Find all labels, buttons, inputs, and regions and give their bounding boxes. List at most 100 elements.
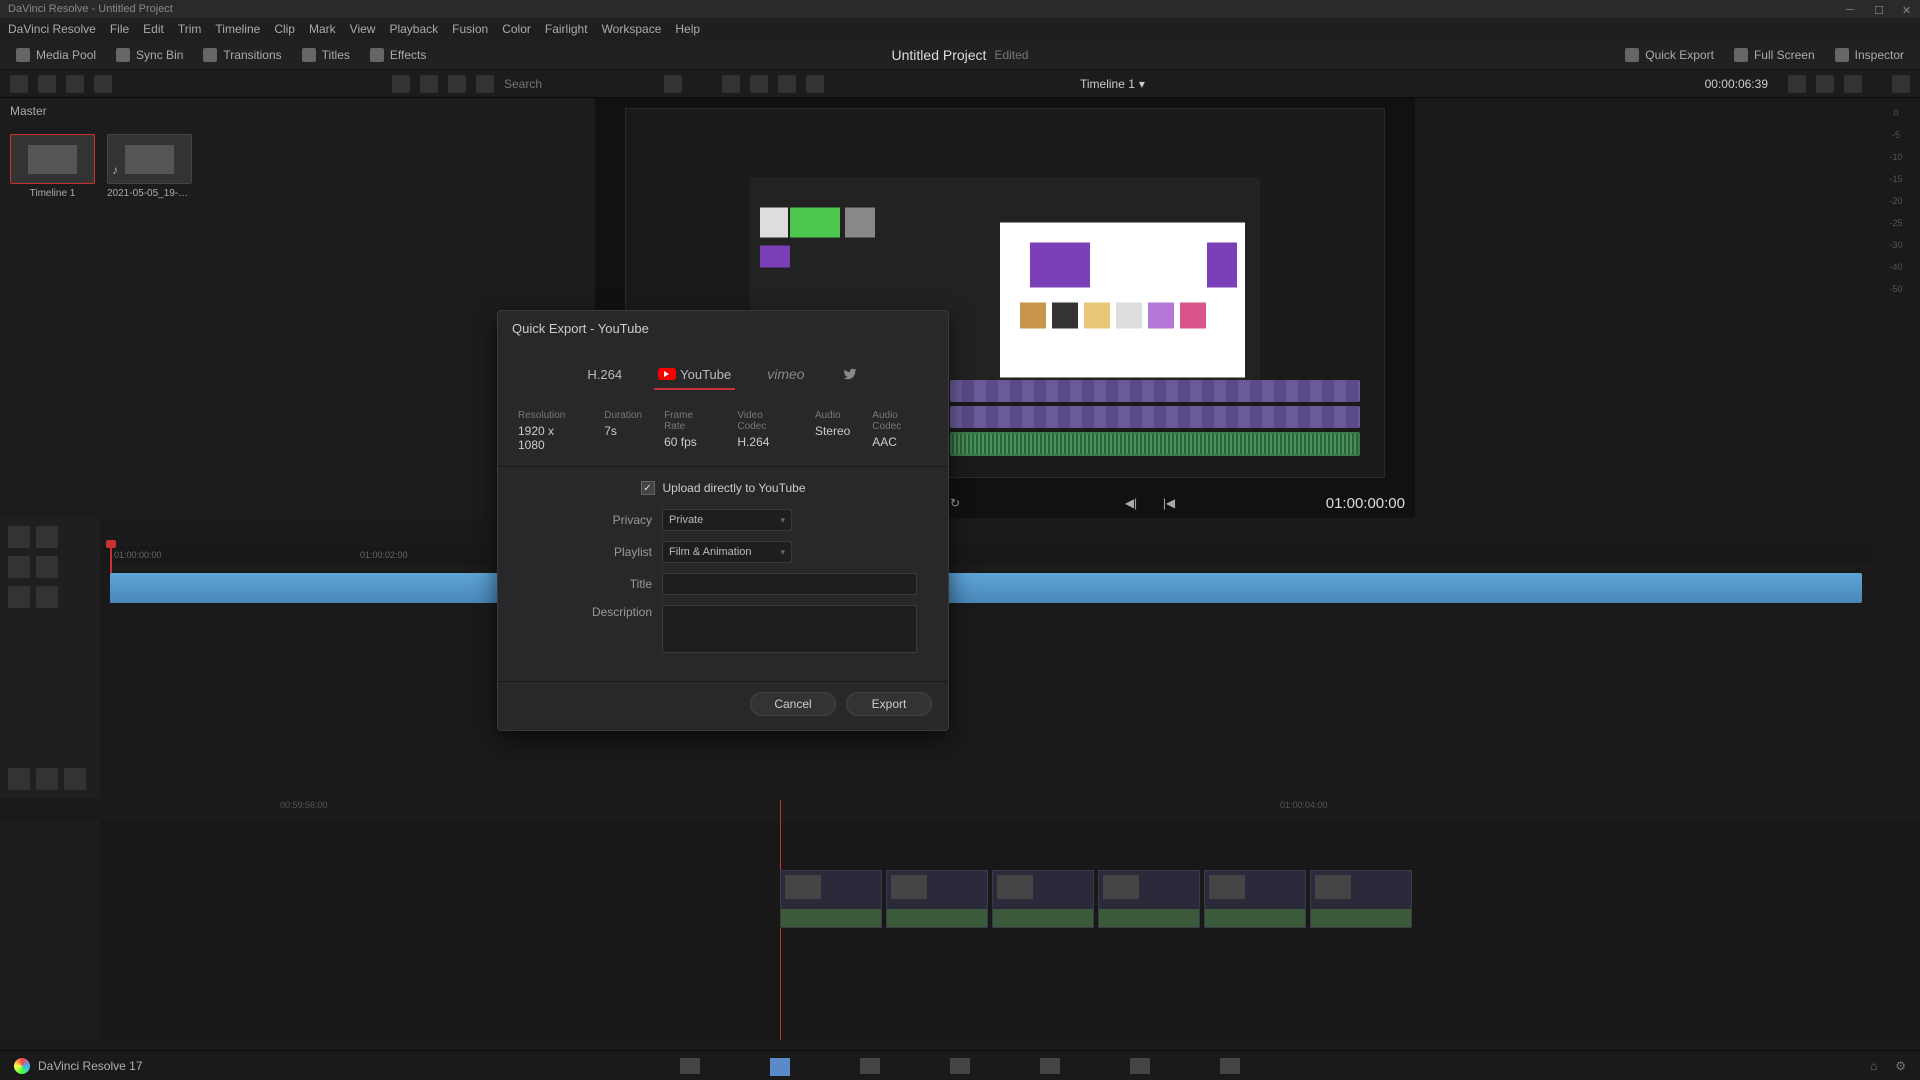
cancel-button[interactable]: Cancel — [750, 692, 836, 716]
track-header[interactable] — [0, 800, 100, 1040]
preset-twitter[interactable] — [837, 360, 863, 390]
tool-blade-icon[interactable] — [36, 526, 58, 548]
media-pool-icon — [16, 48, 30, 62]
title-input[interactable] — [662, 573, 917, 595]
view-list-icon[interactable] — [392, 75, 410, 93]
lower-ruler[interactable]: 00:59:56:00 01:00:04:00 — [0, 800, 1920, 820]
video-clip[interactable] — [886, 870, 988, 928]
sync-bin-icon — [116, 48, 130, 62]
menu-file[interactable]: File — [110, 22, 129, 36]
minimize-icon[interactable]: ─ — [1846, 4, 1856, 14]
mute-icon[interactable] — [36, 768, 58, 790]
menu-timeline[interactable]: Timeline — [215, 22, 260, 36]
viewer-grid-icon[interactable] — [750, 75, 768, 93]
preset-vimeo[interactable]: vimeo — [763, 360, 808, 390]
timeline-ruler[interactable]: 01:00:00:00 01:00:02:00 — [100, 546, 1872, 564]
menu-fairlight[interactable]: Fairlight — [545, 22, 588, 36]
viewer-opts-icon[interactable] — [806, 75, 824, 93]
lower-timeline: 00:59:56:00 01:00:04:00 — [0, 800, 1920, 1040]
full-screen-button[interactable]: Full Screen — [1728, 46, 1821, 64]
solo-icon[interactable] — [64, 768, 86, 790]
upload-label: Upload directly to YouTube — [663, 481, 806, 495]
upload-checkbox[interactable]: ✓ — [641, 481, 655, 495]
timeline-clip[interactable] — [110, 573, 1862, 603]
privacy-select[interactable]: Private ▾ — [662, 509, 792, 531]
menu-help[interactable]: Help — [675, 22, 700, 36]
menu-trim[interactable]: Trim — [178, 22, 202, 36]
tool-link-icon[interactable] — [36, 586, 58, 608]
app-title: DaVinci Resolve - Untitled Project — [8, 3, 173, 15]
maximize-icon[interactable]: ☐ — [1874, 4, 1884, 14]
refresh-icon[interactable] — [94, 75, 112, 93]
menu-view[interactable]: View — [350, 22, 376, 36]
timeline-dropdown[interactable]: Timeline 1 ▾ — [1080, 77, 1145, 91]
marker-icon[interactable] — [1788, 75, 1806, 93]
bypass-icon[interactable] — [1844, 75, 1862, 93]
quick-export-button[interactable]: Quick Export — [1619, 46, 1720, 64]
bin-list-icon[interactable] — [10, 75, 28, 93]
twitter-icon — [841, 367, 859, 381]
viewer-dual-icon[interactable] — [778, 75, 796, 93]
audio-icon: ♪ — [112, 163, 128, 179]
youtube-icon — [658, 368, 676, 380]
video-clip[interactable] — [1098, 870, 1200, 928]
media-clip[interactable]: ♪ 2021-05-05_19-14-... — [107, 134, 192, 199]
menu-color[interactable]: Color — [502, 22, 531, 36]
description-input[interactable] — [662, 605, 917, 653]
tool-snap-icon[interactable] — [8, 586, 30, 608]
view-thumb-icon[interactable] — [420, 75, 438, 93]
home-icon[interactable]: ⌂ — [1870, 1059, 1877, 1073]
video-clip[interactable] — [1310, 870, 1412, 928]
video-clip[interactable] — [992, 870, 1094, 928]
page-media-icon[interactable] — [680, 1058, 700, 1074]
tool-slip-icon[interactable] — [36, 556, 58, 578]
playlist-select[interactable]: Film & Animation ▾ — [662, 541, 792, 563]
preset-h264[interactable]: H.264 — [583, 360, 626, 390]
effects-button[interactable]: Effects — [364, 46, 432, 64]
menu-workspace[interactable]: Workspace — [602, 22, 662, 36]
sort-icon[interactable] — [664, 75, 682, 93]
upper-timeline-tracks[interactable] — [950, 380, 1360, 455]
menu-edit[interactable]: Edit — [143, 22, 164, 36]
page-deliver-icon[interactable] — [1220, 1058, 1240, 1074]
preset-youtube[interactable]: YouTube — [654, 360, 735, 390]
viewer-timecode[interactable]: 01:00:00:00 — [1326, 495, 1405, 512]
speaker-icon[interactable] — [1892, 75, 1910, 93]
transitions-button[interactable]: Transitions — [197, 46, 287, 64]
tool-trim-icon[interactable] — [8, 556, 30, 578]
video-clip[interactable] — [1204, 870, 1306, 928]
tool-arrow-icon[interactable] — [8, 526, 30, 548]
page-cut-icon[interactable] — [770, 1058, 790, 1074]
viewer-mode-icon[interactable] — [722, 75, 740, 93]
bin-master[interactable]: Master — [0, 98, 595, 124]
menu-davinci[interactable]: DaVinci Resolve — [8, 22, 96, 36]
menu-mark[interactable]: Mark — [309, 22, 336, 36]
menu-clip[interactable]: Clip — [274, 22, 295, 36]
page-fusion-icon[interactable] — [950, 1058, 970, 1074]
video-clip[interactable] — [780, 870, 882, 928]
titles-icon — [302, 48, 316, 62]
view-strip-icon[interactable] — [448, 75, 466, 93]
titles-button[interactable]: Titles — [296, 46, 356, 64]
sync-bin-button[interactable]: Sync Bin — [110, 46, 189, 64]
menu-fusion[interactable]: Fusion — [452, 22, 488, 36]
page-color-icon[interactable] — [1040, 1058, 1060, 1074]
search-input[interactable] — [504, 77, 654, 91]
export-button[interactable]: Export — [846, 692, 932, 716]
search-icon[interactable] — [476, 75, 494, 93]
flag-icon[interactable] — [1816, 75, 1834, 93]
media-clip[interactable]: Timeline 1 — [10, 134, 95, 199]
import-media-icon[interactable] — [38, 75, 56, 93]
media-pool-button[interactable]: Media Pool — [10, 46, 102, 64]
jog-back-icon[interactable]: ◀| — [1121, 493, 1141, 513]
chevron-down-icon: ▾ — [780, 515, 785, 526]
menu-playback[interactable]: Playback — [389, 22, 438, 36]
settings-icon[interactable]: ⚙ — [1895, 1059, 1906, 1073]
page-fairlight-icon[interactable] — [1130, 1058, 1150, 1074]
page-edit-icon[interactable] — [860, 1058, 880, 1074]
jog-fwd-icon[interactable]: |◀ — [1159, 493, 1179, 513]
inspector-button[interactable]: Inspector — [1829, 46, 1910, 64]
close-icon[interactable]: ✕ — [1902, 4, 1912, 14]
import-folder-icon[interactable] — [66, 75, 84, 93]
lock-icon[interactable] — [8, 768, 30, 790]
